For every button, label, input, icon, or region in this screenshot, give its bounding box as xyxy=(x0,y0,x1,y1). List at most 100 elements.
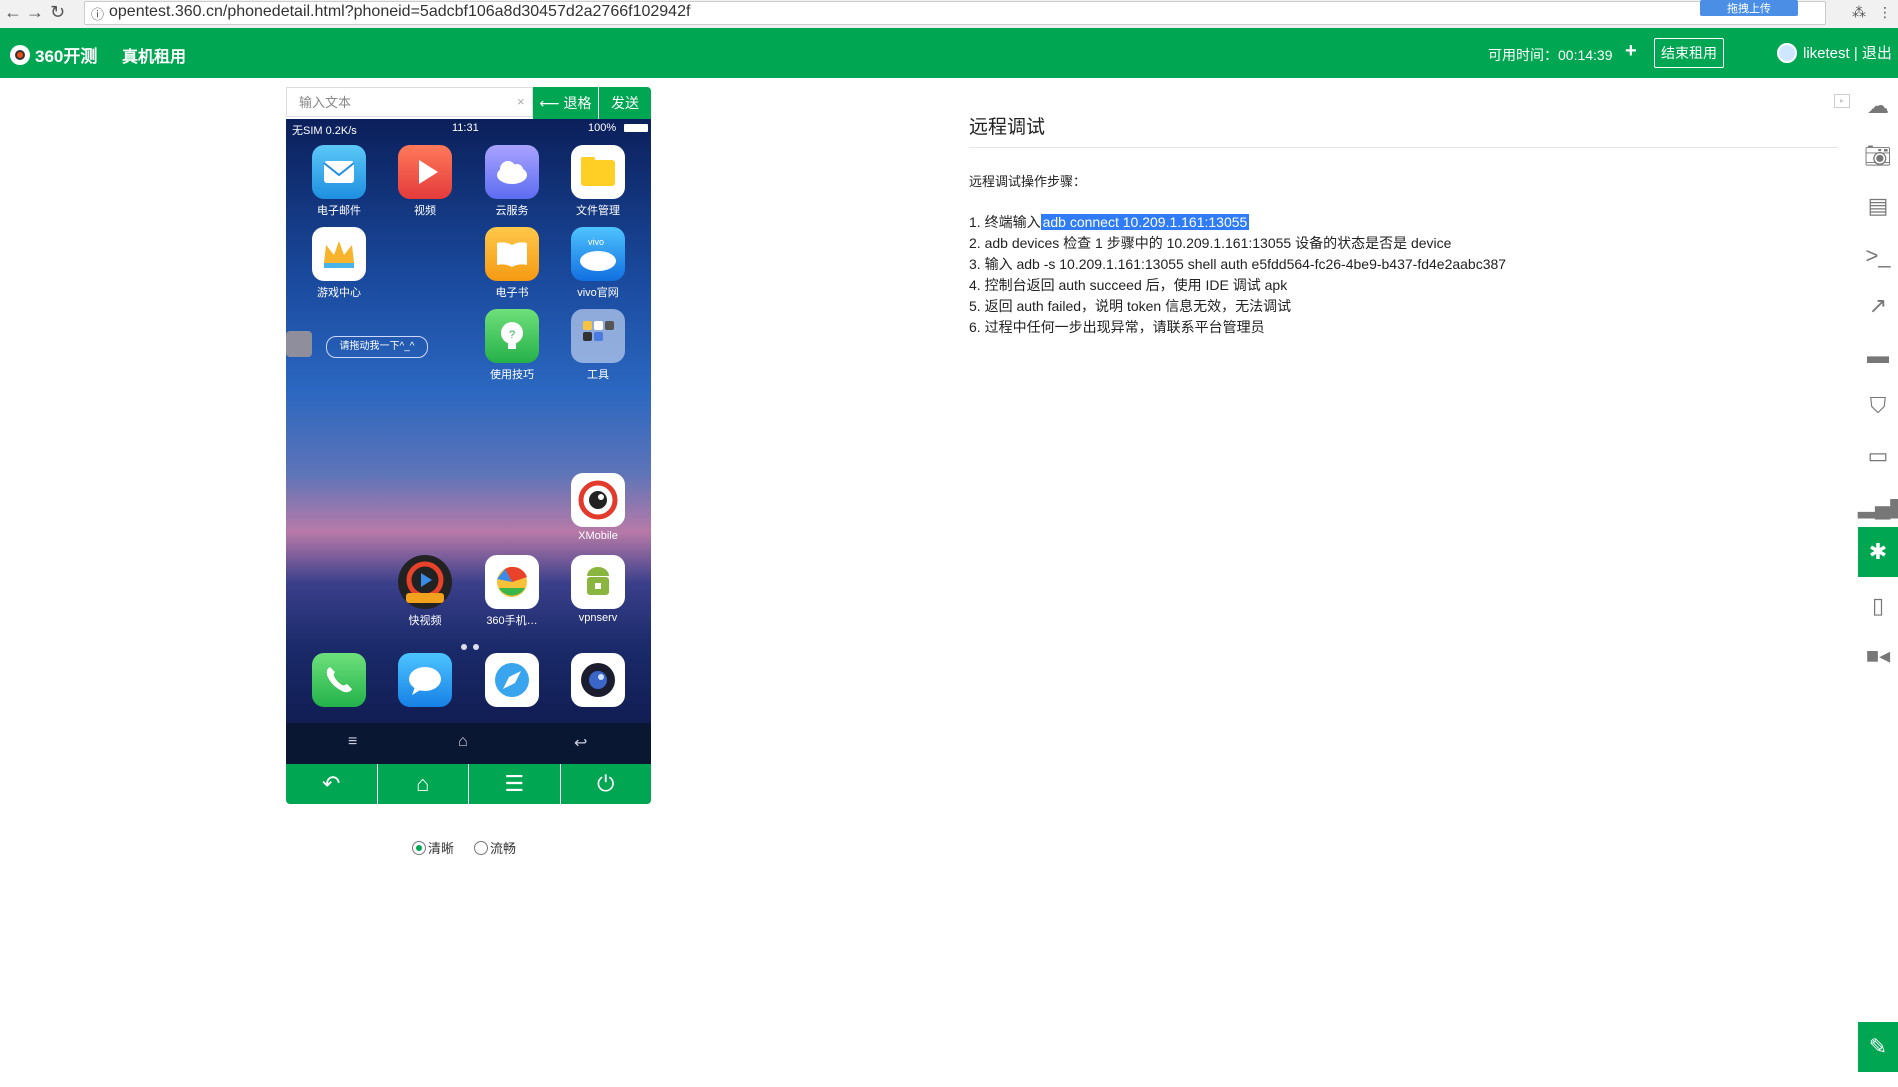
app-video[interactable]: 视频 xyxy=(385,145,465,218)
video-icon[interactable]: ■◂ xyxy=(1858,631,1898,681)
dock-messages[interactable] xyxy=(385,653,465,707)
upload-extension-button[interactable]: 拖拽上传 xyxy=(1700,0,1798,16)
folder-icon[interactable]: ▬ xyxy=(1858,331,1898,381)
status-network: 无SIM 0.2K/s xyxy=(292,125,357,137)
dock-browser[interactable] xyxy=(472,653,552,707)
html5-icon[interactable]: ⛉ xyxy=(1858,381,1898,431)
app-360-assistant[interactable]: 360手机… xyxy=(472,555,552,628)
signal-icon[interactable]: ▂▄▆ xyxy=(1858,481,1898,531)
android-icon xyxy=(571,555,625,609)
phone-status-bar: 无SIM 0.2K/s 11:31 100% xyxy=(286,119,651,137)
book-icon xyxy=(485,227,539,281)
extension-icon[interactable]: ⁂ xyxy=(1852,4,1866,21)
quality-clear-radio[interactable] xyxy=(412,840,426,855)
tool-sidebar: ☁ 📷︎ ▤ >_ ↗ ▬ ⛉ ▭ ▂▄▆ ✱ ▯ ■◂ xyxy=(1858,78,1898,1087)
phone-screen[interactable]: 无SIM 0.2K/s 11:31 100% 电子邮件 视频 云服务 文件管理 … xyxy=(286,119,651,764)
battery-icon[interactable]: ▭ xyxy=(1858,431,1898,481)
power-icon[interactable]: ⏻ xyxy=(561,764,652,804)
quality-clear-label[interactable]: 清晰 xyxy=(428,838,454,857)
top-header: 360开测 真机租用 可用时间：00:14:39 + 结束租用 liketest… xyxy=(0,28,1898,78)
chart-icon[interactable]: ↗ xyxy=(1858,281,1898,331)
app-cloud[interactable]: 云服务 xyxy=(472,145,552,218)
step-1: 1. 终端输入 adb connect 10.209.1.161:13055 xyxy=(969,214,1250,230)
floating-robot-icon[interactable] xyxy=(286,331,312,357)
app-vivo-site[interactable]: vivo vivo官网 xyxy=(558,227,638,300)
panel-title: 远程调试 xyxy=(969,117,1046,138)
folder-app-icon xyxy=(571,145,625,199)
phone-nav-keys: ≡ ⌂ ↩ xyxy=(286,723,651,764)
360-assistant-icon xyxy=(485,555,539,609)
play-icon xyxy=(398,145,452,199)
dock-camera[interactable] xyxy=(558,653,638,707)
app-game-center[interactable]: 游戏中心 xyxy=(299,227,379,300)
phone-text-input[interactable]: 输入文本 xyxy=(286,87,533,117)
step-3: 3. 输入 adb -s 10.209.1.161:13055 shell au… xyxy=(969,256,1507,272)
home-icon[interactable]: ⌂ xyxy=(378,764,469,804)
lightbulb-icon: ? xyxy=(485,309,539,363)
quality-selector: 清晰 流畅 xyxy=(412,838,516,857)
menu-key-icon[interactable]: ≡ xyxy=(348,733,357,751)
adb-connect-command[interactable]: adb connect 10.209.1.161:13055 xyxy=(1040,214,1250,230)
forward-icon[interactable]: → xyxy=(26,2,44,23)
logo-icon xyxy=(10,44,30,65)
avatar xyxy=(1777,42,1797,63)
battery-icon xyxy=(624,124,648,132)
app-ebook[interactable]: 电子书 xyxy=(472,227,552,300)
cloud-upload-icon[interactable]: ☁ xyxy=(1858,81,1898,131)
app-file-manager[interactable]: 文件管理 xyxy=(558,145,638,218)
drag-hint-bubble[interactable]: 请拖动我一下^_^ xyxy=(326,336,428,358)
terminal-icon[interactable]: >_ xyxy=(1858,231,1898,281)
url-text: opentest.360.cn/phonedetail.html?phoneid… xyxy=(109,3,691,20)
text-input-row: 输入文本 × ⟵ 退格 发送 xyxy=(286,87,651,119)
phone-control-bar: ↶ ⌂ ☰ ⏻ xyxy=(286,764,651,804)
dock-phone[interactable] xyxy=(299,653,379,707)
svg-text:?: ? xyxy=(509,329,515,341)
clear-icon[interactable]: × xyxy=(517,94,525,109)
reload-icon[interactable]: ↻ xyxy=(50,2,65,23)
document-icon[interactable]: ▤ xyxy=(1858,181,1898,231)
app-tools-folder[interactable]: 工具 xyxy=(558,309,638,382)
kuai-video-icon xyxy=(398,555,452,609)
camera-icon[interactable]: 📷︎ xyxy=(1858,131,1898,181)
collapse-panel-icon[interactable]: ▸ xyxy=(1834,94,1850,108)
camera-lens-icon xyxy=(571,653,625,707)
backspace-button[interactable]: ⟵ 退格 xyxy=(533,87,599,119)
crown-icon xyxy=(312,227,366,281)
username-logout[interactable]: liketest | 退出 xyxy=(1803,42,1892,63)
steps-list: 1. 终端输入 adb connect 10.209.1.161:13055 2.… xyxy=(969,212,1506,338)
address-bar[interactable]: ⓘ opentest.360.cn/phonedetail.html?phone… xyxy=(84,1,1826,25)
remaining-time: 可用时间：00:14:39 xyxy=(1488,47,1613,63)
quality-smooth-label[interactable]: 流畅 xyxy=(490,838,516,857)
back-key-icon[interactable]: ↩ xyxy=(574,733,587,753)
cloud-icon xyxy=(485,145,539,199)
edit-icon[interactable]: ✎ xyxy=(1858,1022,1898,1072)
menu-lines-icon[interactable]: ☰ xyxy=(469,764,561,804)
menu-icon[interactable]: ⋮ xyxy=(1878,4,1892,21)
bug-icon[interactable]: ✱ xyxy=(1858,527,1898,577)
return-icon[interactable]: ↶ xyxy=(286,764,378,804)
mail-icon xyxy=(312,145,366,199)
nav-rent-link[interactable]: 真机租用 xyxy=(122,43,186,67)
phone-icon[interactable]: ▯ xyxy=(1858,581,1898,631)
phone-call-icon xyxy=(312,653,366,707)
compass-icon xyxy=(485,653,539,707)
info-icon[interactable]: ⓘ xyxy=(91,4,104,23)
app-vpnserv[interactable]: vpnserv xyxy=(558,555,638,624)
app-email[interactable]: 电子邮件 xyxy=(299,145,379,218)
browser-toolbar: ← → ↻ ⓘ opentest.360.cn/phonedetail.html… xyxy=(0,0,1898,29)
quality-smooth-radio[interactable] xyxy=(474,840,489,855)
step-4: 4. 控制台返回 auth succeed 后，使用 IDE 调试 apk xyxy=(969,277,1288,293)
end-rent-button[interactable]: 结束租用 xyxy=(1654,38,1724,68)
send-button[interactable]: 发送 xyxy=(599,87,651,119)
app-tips[interactable]: ? 使用技巧 xyxy=(472,309,552,382)
user-menu[interactable]: liketest | 退出 xyxy=(1777,42,1892,63)
tools-folder-icon xyxy=(571,309,625,363)
app-kuai-video[interactable]: 快视频 xyxy=(385,555,465,628)
vivo-icon: vivo xyxy=(571,227,625,281)
home-key-icon[interactable]: ⌂ xyxy=(458,733,468,751)
site-logo[interactable]: 360开测 xyxy=(10,42,97,67)
status-battery-text: 100% xyxy=(588,122,617,134)
back-icon[interactable]: ← xyxy=(4,2,22,23)
add-time-icon[interactable]: + xyxy=(1625,40,1637,63)
app-xmobile[interactable]: XMobile xyxy=(558,473,638,542)
